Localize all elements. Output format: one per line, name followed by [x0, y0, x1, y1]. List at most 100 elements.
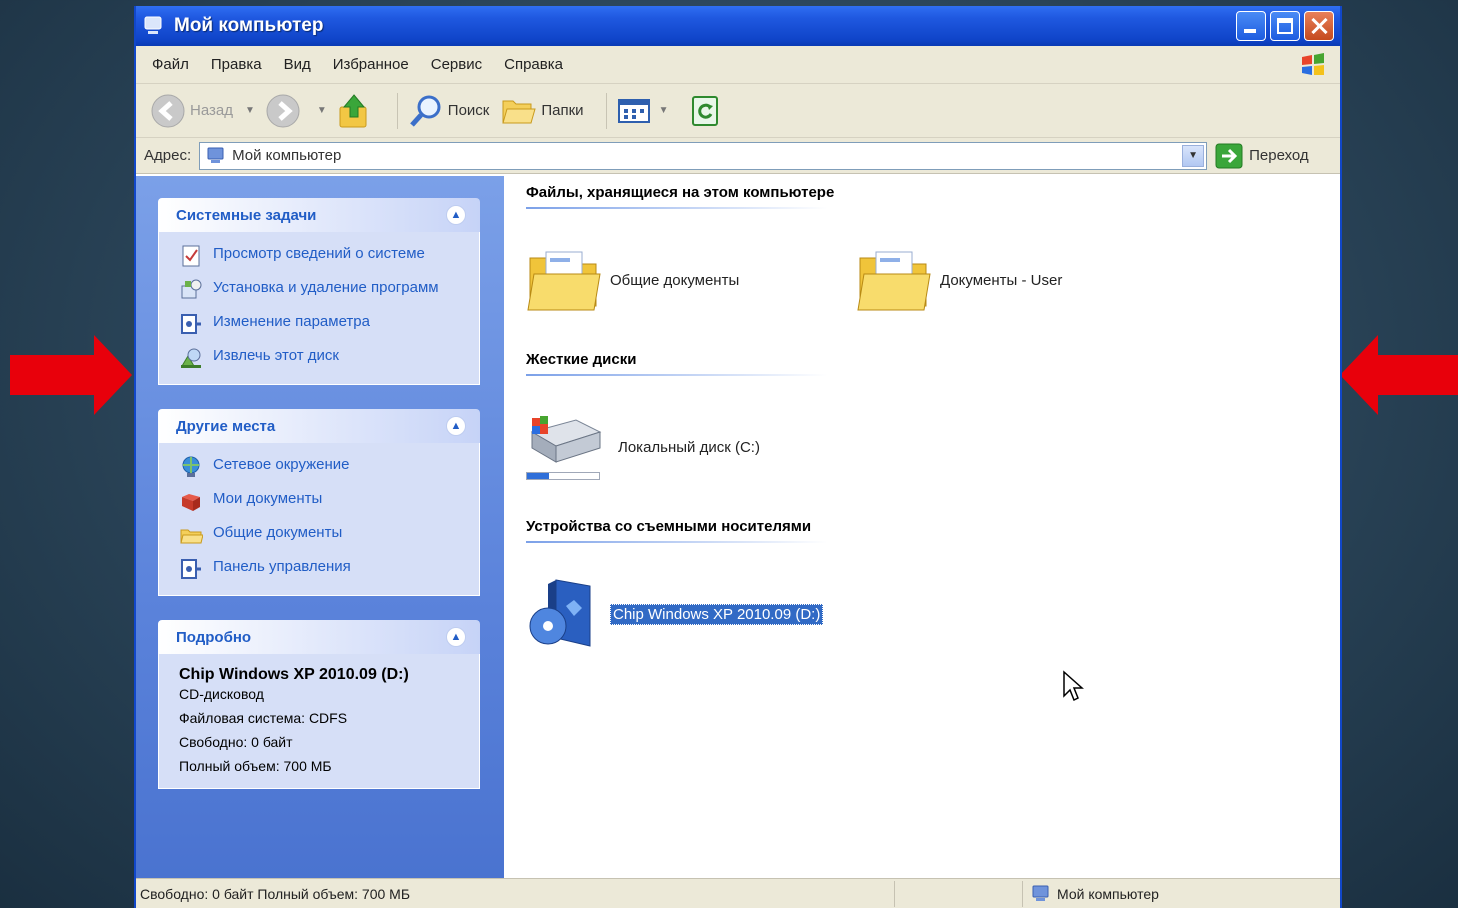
other-places-title: Другие места — [176, 417, 276, 435]
place-control-panel[interactable]: Панель управления — [179, 557, 465, 581]
red-arrow-right-icon — [10, 335, 132, 415]
back-arrow-icon — [151, 94, 185, 127]
collapse-chevron-icon[interactable]: ▲ — [446, 627, 466, 647]
control-panel-icon — [181, 559, 201, 579]
status-location-label: Мой компьютер — [1057, 885, 1159, 902]
go-label: Переход — [1249, 147, 1309, 164]
menu-favorites[interactable]: Избранное — [333, 56, 409, 73]
details-filesystem: Файловая система: CDFS — [179, 710, 348, 726]
refresh-button[interactable] — [690, 95, 724, 127]
search-button[interactable]: Поиск — [408, 93, 490, 129]
other-places-header[interactable]: Другие места ▲ — [158, 409, 480, 443]
task-label: Изменение параметра — [213, 313, 370, 330]
other-places-list: Сетевое окружение Мои документы Общие до… — [158, 443, 480, 596]
search-label: Поиск — [447, 102, 490, 119]
drives-items: Локальный диск (C:) — [526, 376, 1340, 518]
forward-dropdown-icon[interactable]: ▼ — [317, 105, 327, 116]
shared-documents-folder-icon — [180, 529, 203, 544]
my-computer-icon — [207, 147, 224, 163]
group-header-removable: Устройства со съемными носителями — [526, 518, 956, 543]
place-network[interactable]: Сетевое окружение — [179, 455, 465, 479]
status-spacer — [894, 880, 1022, 907]
address-dropdown-icon[interactable]: ▼ — [1182, 144, 1205, 167]
task-label: Извлечь этот диск — [213, 347, 339, 364]
eject-disk-icon — [181, 348, 201, 368]
drive-c-usage-fill — [527, 473, 549, 479]
details-item-name: Chip Windows XP 2010.09 (D:) — [179, 666, 409, 683]
details-total-size: Полный объем: 700 МБ — [179, 758, 332, 774]
menu-file[interactable]: Файл — [152, 56, 189, 73]
hard-drive-icon — [530, 416, 602, 463]
task-label: Установка и удаление программ — [213, 279, 439, 296]
system-tasks-title: Системные задачи — [176, 206, 317, 224]
collapse-chevron-icon[interactable]: ▲ — [446, 205, 466, 225]
collapse-chevron-icon[interactable]: ▲ — [446, 416, 466, 436]
item-shared-documents[interactable]: Общие документы — [526, 244, 856, 316]
folders-button[interactable]: Папки — [501, 95, 584, 127]
system-tasks-header[interactable]: Системные задачи ▲ — [158, 198, 480, 232]
back-label: Назад — [190, 102, 233, 119]
details-item-type: CD-дисковод — [179, 686, 264, 702]
title-bar[interactable]: Мой компьютер — [136, 6, 1340, 46]
menu-edit[interactable]: Правка — [211, 56, 262, 73]
item-label: Документы - User — [940, 271, 1063, 289]
task-add-remove-programs[interactable]: Установка и удаление программ — [179, 278, 465, 302]
folders-icon — [502, 100, 537, 123]
windows-logo-icon — [1302, 53, 1324, 75]
go-button[interactable]: Переход — [1215, 143, 1309, 169]
cd-drive-icon — [529, 579, 591, 647]
my-computer-icon — [144, 16, 162, 34]
item-label: Общие документы — [610, 271, 740, 289]
item-label: Локальный диск (C:) — [618, 438, 760, 456]
maximize-button[interactable] — [1270, 11, 1300, 41]
folder-icon — [857, 251, 931, 311]
close-button[interactable] — [1304, 11, 1334, 41]
up-button[interactable] — [337, 93, 375, 129]
system-tasks-list: Просмотр сведений о системе Установка и … — [158, 232, 480, 385]
toolbar-separator — [396, 92, 398, 129]
item-local-disk-c[interactable]: Локальный диск (C:) — [526, 414, 856, 480]
back-button[interactable]: Назад — [150, 93, 233, 129]
address-input[interactable]: Мой компьютер ▼ — [199, 141, 1208, 170]
place-my-documents[interactable]: Мои документы — [179, 489, 465, 513]
task-eject-disk[interactable]: Извлечь этот диск — [179, 346, 465, 370]
back-dropdown-icon[interactable]: ▼ — [245, 105, 255, 116]
views-dropdown-icon: ▼ — [658, 105, 669, 116]
my-documents-icon — [182, 494, 200, 511]
place-shared-documents[interactable]: Общие документы — [179, 523, 465, 547]
place-label: Панель управления — [213, 558, 351, 575]
go-arrow-icon — [1215, 143, 1243, 168]
item-label-selected: Chip Windows XP 2010.09 (D:) — [610, 603, 824, 625]
mouse-cursor-icon — [1063, 670, 1084, 702]
folders-label: Папки — [541, 102, 584, 119]
file-view: Файлы, хранящиеся на этом компьютере Общ… — [504, 176, 1340, 878]
content-area: Системные задачи ▲ Просмотр сведений о с… — [136, 176, 1340, 878]
item-cd-drive-d[interactable]: Chip Windows XP 2010.09 (D:) — [526, 576, 824, 652]
forward-button[interactable] — [265, 93, 305, 129]
details-header[interactable]: Подробно ▲ — [158, 620, 480, 654]
menu-bar: Файл Правка Вид Избранное Сервис Справка — [136, 46, 1340, 84]
files-items: Общие документы Документы - User — [526, 209, 1340, 351]
menu-help[interactable]: Справка — [504, 56, 563, 73]
group-header-files: Файлы, хранящиеся на этом компьютере — [526, 184, 956, 209]
place-label: Мои документы — [213, 490, 323, 507]
task-system-info[interactable]: Просмотр сведений о системе — [179, 244, 465, 268]
menu-tools[interactable]: Сервис — [431, 56, 482, 73]
status-location: Мой компьютер — [1022, 880, 1340, 907]
address-bar: Адрес: Мой компьютер ▼ Переход — [136, 138, 1340, 174]
minimize-button[interactable] — [1236, 11, 1266, 41]
folder-icon — [527, 251, 601, 311]
address-value: Мой компьютер — [232, 147, 342, 164]
toolbar-separator — [605, 92, 607, 129]
views-button[interactable]: ▼ — [617, 96, 679, 126]
removable-items: Chip Windows XP 2010.09 (D:) — [526, 543, 1340, 685]
task-change-setting[interactable]: Изменение параметра — [179, 312, 465, 336]
other-places-panel: Другие места ▲ Сетевое окружение Мои док… — [158, 409, 480, 596]
details-panel: Подробно ▲ Chip Windows XP 2010.09 (D:) … — [158, 620, 480, 789]
menu-view[interactable]: Вид — [284, 56, 311, 73]
details-body: Chip Windows XP 2010.09 (D:) CD-дисковод… — [158, 654, 480, 789]
window-title: Мой компьютер — [174, 15, 324, 36]
task-pane: Системные задачи ▲ Просмотр сведений о с… — [136, 176, 504, 878]
item-user-documents[interactable]: Документы - User — [856, 244, 1186, 316]
toolbar: Назад ▼ ▼ Поиск Папки ▼ — [136, 84, 1340, 138]
